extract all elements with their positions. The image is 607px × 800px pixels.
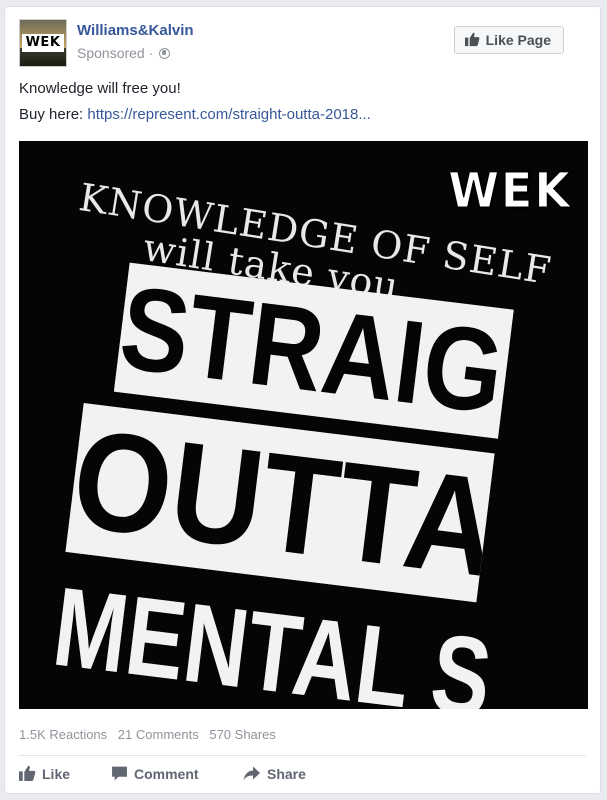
like-button[interactable]: Like xyxy=(19,764,70,784)
engagement-stats: 1.5K Reactions 21 Comments 570 Shares xyxy=(19,727,283,742)
separator-dot: · xyxy=(148,45,154,61)
post-text-line: Knowledge will free you! xyxy=(19,80,181,97)
globe-icon xyxy=(159,48,171,59)
comment-label: Comment xyxy=(134,766,199,782)
shares-count[interactable]: 570 Shares xyxy=(209,727,276,742)
like-page-button[interactable]: Like Page xyxy=(453,26,564,54)
share-button[interactable]: Share xyxy=(243,764,306,784)
share-icon xyxy=(243,766,260,781)
sponsored-post-card: WEK Williams&Kalvin Sponsored · Like Pag… xyxy=(4,6,601,794)
buy-line: Buy here: https://represent.com/straight… xyxy=(19,105,371,131)
sponsored-text[interactable]: Sponsored xyxy=(77,45,145,61)
sponsored-label: Sponsored · xyxy=(77,45,171,61)
comment-icon xyxy=(112,766,127,781)
like-label: Like xyxy=(42,766,71,782)
post-message: Knowledge will free you! Buy here: https… xyxy=(19,79,371,131)
image-slogan-block: STRAIGHT OUTTA MENTAL SLAVERY xyxy=(19,249,588,709)
image-bar-straight: STRAIGHT xyxy=(113,262,514,439)
comments-count[interactable]: 21 Comments xyxy=(118,727,199,742)
like-page-label: Like Page xyxy=(485,32,551,48)
page-name-link[interactable]: Williams&Kalvin xyxy=(77,22,194,39)
buy-prefix: Buy here: xyxy=(19,106,88,123)
thumbs-up-icon xyxy=(19,765,36,781)
actions-divider xyxy=(19,755,586,756)
comment-button[interactable]: Comment xyxy=(111,764,199,784)
reactions-count[interactable]: 1.5K Reactions xyxy=(19,727,107,742)
avatar-logo: WEK xyxy=(22,34,64,52)
post-image[interactable]: KNOWLEDGE OF SELF will take you WEK STRA… xyxy=(19,141,588,709)
page-avatar[interactable]: WEK xyxy=(19,19,67,67)
buy-link[interactable]: https://represent.com/straight-outta-201… xyxy=(87,106,370,123)
share-label: Share xyxy=(267,766,306,782)
thumbs-up-icon xyxy=(464,32,480,47)
post-header: WEK Williams&Kalvin Sponsored · Like Pag… xyxy=(19,19,586,69)
image-logo: WEK xyxy=(448,161,572,219)
